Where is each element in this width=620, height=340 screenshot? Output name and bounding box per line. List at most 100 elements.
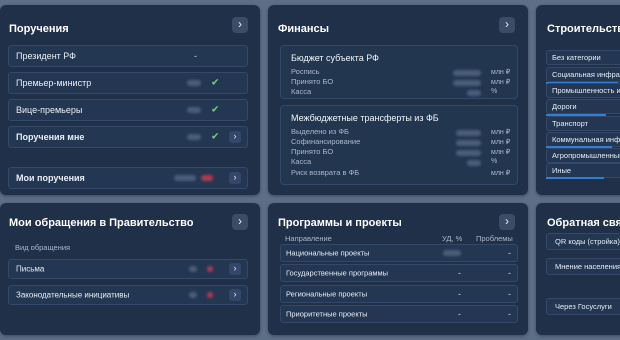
row-label: Поручения мне <box>16 132 85 142</box>
unit: % <box>491 158 498 165</box>
row-share: - <box>458 289 461 299</box>
row-problems: - <box>508 248 511 258</box>
budget-line: Роспись <box>291 67 320 76</box>
unit: % <box>491 88 498 95</box>
programs-header-problems: Проблемы <box>476 234 513 243</box>
programs-header-share: УД, % <box>442 234 463 243</box>
blurred-value <box>467 90 481 96</box>
unit: млн ₽ <box>491 149 511 156</box>
row-share: - <box>458 268 461 278</box>
row-problems: - <box>508 309 511 319</box>
blurred-count <box>187 134 201 140</box>
progress-bar <box>546 177 604 179</box>
blurred-alert-count <box>207 266 213 272</box>
assignment-row-mine[interactable]: Поручения мне ✔ › <box>8 126 248 148</box>
check-icon: ✔ <box>211 104 220 116</box>
construction-item[interactable]: Транспорт <box>546 116 620 131</box>
construction-item[interactable]: Промышленность и <box>546 83 620 98</box>
blurred-count <box>187 107 201 113</box>
unit: млн ₽ <box>491 170 511 177</box>
assignment-row-vice-premiers[interactable]: Вице-премьеры ✔ <box>8 99 248 121</box>
row-label: Законодательные инициативы <box>16 290 130 300</box>
check-icon: ✔ <box>211 77 220 89</box>
program-row[interactable]: Региональные проекты - - <box>280 285 518 303</box>
row-label: Письма <box>16 264 45 274</box>
unit: млн ₽ <box>491 79 511 86</box>
feedback-title: Обратная связь <box>547 217 620 229</box>
appeal-row-initiatives[interactable]: Законодательные инициативы › <box>8 285 248 305</box>
blurred-count <box>189 292 197 298</box>
chevron-right-icon[interactable]: › <box>229 263 241 275</box>
blurred-value <box>456 140 481 146</box>
row-label: Мои поручения <box>16 173 85 183</box>
check-icon: ✔ <box>211 131 220 143</box>
appeal-row-letters[interactable]: Письма › <box>8 259 248 279</box>
budget-line: Принято БО <box>291 77 334 86</box>
row-share: - <box>458 309 461 319</box>
transfers-line: Софинансирование <box>291 137 361 146</box>
assignment-row-premier[interactable]: Премьер-министр ✔ <box>8 72 248 94</box>
assignment-row-president[interactable]: Президент РФ - <box>8 45 248 67</box>
transfers-line: Касса <box>291 157 312 166</box>
transfers-line: Риск возврата в ФБ <box>291 168 360 177</box>
blurred-alert-count <box>207 292 213 298</box>
assignments-open-button[interactable]: › <box>232 17 248 33</box>
appeals-open-button[interactable]: › <box>232 214 248 230</box>
blurred-value <box>456 150 481 156</box>
row-label: Приоритетные проекты <box>286 309 368 319</box>
transfers-block[interactable]: Межбюджетные трансферты из ФБ Выделено и… <box>280 105 518 185</box>
construction-title: Строительство <box>547 23 620 35</box>
row-label: Вице-премьеры <box>16 105 83 115</box>
blurred-value <box>453 80 481 86</box>
row-label: Региональные проекты <box>286 289 368 299</box>
program-row[interactable]: Государственные программы - - <box>280 264 518 282</box>
my-assignments-row[interactable]: Мои поручения › <box>8 167 248 189</box>
appeals-title: Мои обращения в Правительство <box>9 217 194 229</box>
chevron-right-icon[interactable]: › <box>229 131 241 143</box>
finance-title: Финансы <box>278 23 330 35</box>
program-row[interactable]: Национальные проекты - <box>280 244 518 262</box>
program-row[interactable]: Приоритетные проекты - - <box>280 305 518 323</box>
blurred-alert-count <box>201 175 213 181</box>
transfers-line: Принято БО <box>291 147 334 156</box>
blurred-value <box>467 160 481 166</box>
feedback-item[interactable]: Через Госуслуги <box>546 298 620 315</box>
budget-title: Бюджет субъекта РФ <box>291 53 379 63</box>
appeals-column-header: Вид обращения <box>15 243 71 252</box>
row-problems: - <box>508 289 511 299</box>
row-value: - <box>194 51 197 61</box>
chevron-right-icon[interactable]: › <box>229 289 241 301</box>
blurred-count <box>187 80 201 86</box>
blurred-value <box>453 70 481 76</box>
transfers-title: Межбюджетные трансферты из ФБ <box>291 113 439 123</box>
construction-item[interactable]: Иные <box>546 163 620 178</box>
finance-open-button[interactable]: › <box>499 17 515 33</box>
blurred-count <box>189 266 197 272</box>
row-label: Национальные проекты <box>286 248 370 258</box>
construction-item[interactable]: Социальная инфрас <box>546 67 620 82</box>
unit: млн ₽ <box>491 129 511 136</box>
programs-open-button[interactable]: › <box>499 214 515 230</box>
transfers-line: Выделено из ФБ <box>291 127 349 136</box>
feedback-item[interactable]: Мнение населения <box>546 258 620 275</box>
row-label: Президент РФ <box>16 51 77 61</box>
construction-item[interactable]: Дороги <box>546 99 620 114</box>
construction-item[interactable]: Без категории <box>546 50 620 65</box>
chevron-right-icon[interactable]: › <box>229 172 241 184</box>
blurred-value <box>443 250 461 256</box>
budget-block[interactable]: Бюджет субъекта РФ Роспись млн ₽ Принято… <box>280 45 518 99</box>
programs-title: Программы и проекты <box>278 217 402 229</box>
construction-item[interactable]: Коммунальная инфр <box>546 132 620 147</box>
row-label: Государственные программы <box>286 268 389 278</box>
row-label: Премьер-министр <box>16 78 92 88</box>
row-problems: - <box>508 268 511 278</box>
unit: млн ₽ <box>491 69 511 76</box>
feedback-item[interactable]: QR коды (стройка) <box>546 233 620 250</box>
unit: млн ₽ <box>491 139 511 146</box>
construction-item[interactable]: Агропромышленный <box>546 148 620 163</box>
programs-header-direction: Направление <box>285 234 332 243</box>
blurred-value <box>456 130 481 136</box>
blurred-count <box>174 175 196 181</box>
assignments-title: Поручения <box>9 23 69 35</box>
budget-line: Касса <box>291 87 312 96</box>
